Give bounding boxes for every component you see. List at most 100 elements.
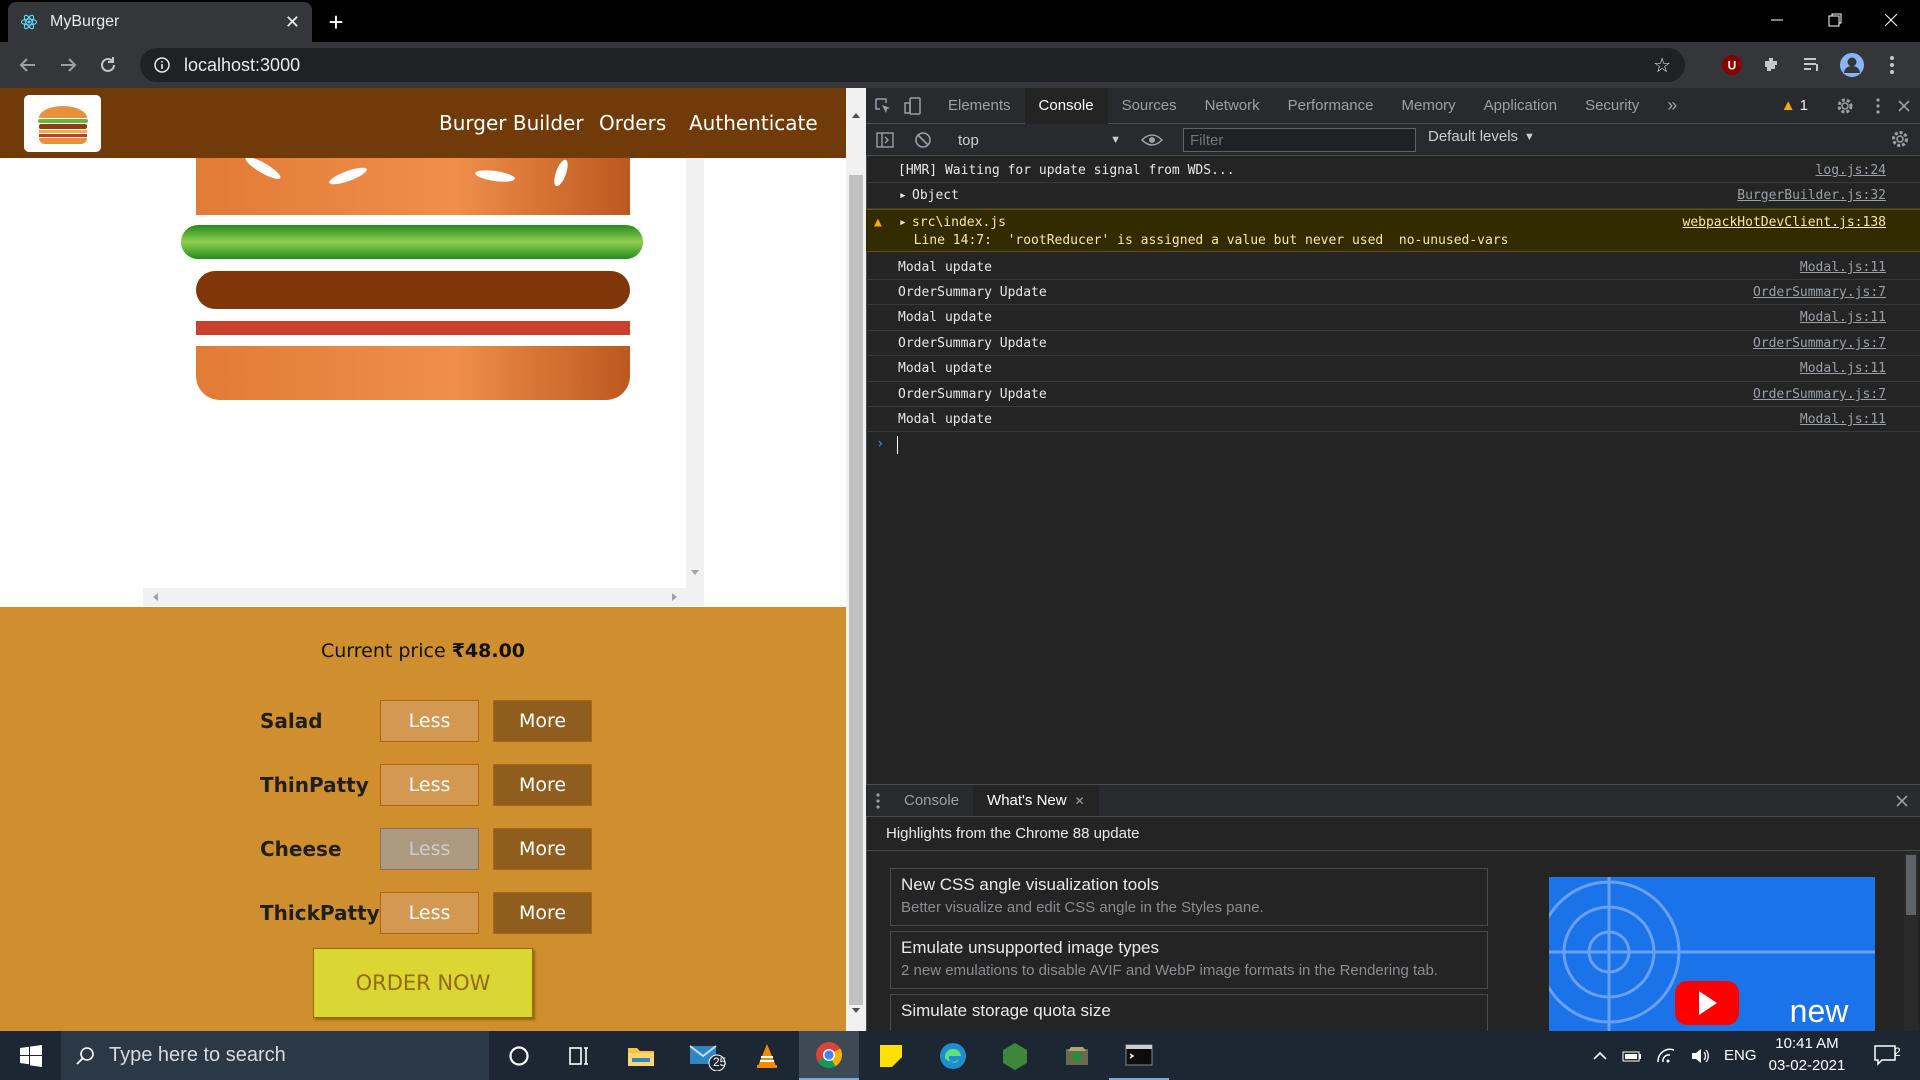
sidebar-toggle-icon[interactable] (876, 131, 894, 149)
console-warning[interactable]: ▲ ▸ src\index.js Line 14:7: 'rootReducer… (866, 209, 1920, 252)
ublock-icon[interactable]: U (1716, 49, 1748, 81)
settings-gear-icon[interactable] (1822, 88, 1868, 124)
whats-new-item[interactable]: Simulate storage quota size (890, 994, 1488, 1031)
back-icon[interactable] (12, 49, 44, 81)
terminal-icon[interactable] (1109, 1031, 1169, 1080)
tab-network[interactable]: Network (1191, 88, 1274, 124)
source-link[interactable]: log.js:24 (1816, 163, 1886, 178)
system-utility-icon[interactable] (1047, 1031, 1107, 1080)
source-link[interactable]: OrderSummary.js:7 (1753, 387, 1886, 402)
nav-burger-builder[interactable]: Burger Builder (439, 88, 584, 158)
tab-console[interactable]: Console (1024, 87, 1108, 124)
profile-avatar[interactable] (1836, 49, 1868, 81)
burger-logo[interactable] (24, 95, 101, 152)
more-tabs-icon[interactable]: » (1653, 88, 1691, 124)
nav-authenticate[interactable]: Authenticate (689, 88, 818, 158)
console-message[interactable]: ▸ Object BurgerBuilder.js:32 (866, 183, 1920, 209)
battery-icon[interactable] (1622, 1050, 1642, 1062)
order-now-button[interactable]: ORDER NOW (313, 948, 533, 1018)
wifi-icon[interactable] (1656, 1048, 1676, 1064)
media-control-icon[interactable] (1796, 49, 1828, 81)
notification-center-icon[interactable]: 2 (1858, 1031, 1918, 1080)
expand-triangle-icon[interactable]: ▸ (899, 188, 907, 203)
drawer-scrollbar-thumb[interactable] (1906, 855, 1916, 915)
tray-overflow-chevron-icon[interactable] (1592, 1051, 1608, 1061)
clear-console-icon[interactable] (914, 131, 932, 149)
expand-triangle-icon[interactable]: ▸ (899, 215, 907, 230)
console-settings-gear-icon[interactable] (1890, 129, 1910, 149)
salad-less-button[interactable]: Less (380, 700, 479, 742)
extensions-icon[interactable] (1756, 49, 1788, 81)
thickpatty-more-button[interactable]: More (493, 892, 592, 934)
restore-icon[interactable] (1806, 0, 1864, 40)
whats-new-video-thumbnail[interactable]: new (1549, 877, 1875, 1031)
close-devtools-icon[interactable] (1888, 88, 1920, 124)
live-expression-eye-icon[interactable] (1141, 131, 1163, 149)
cheese-less-button[interactable]: Less (380, 828, 479, 870)
browser-tab[interactable]: MyBurger ✕ (8, 2, 312, 42)
warnings-counter[interactable]: ▲ 1 (1767, 88, 1822, 124)
language-indicator[interactable]: ENG (1724, 1047, 1757, 1064)
source-link[interactable]: OrderSummary.js:7 (1753, 336, 1886, 351)
file-explorer-icon[interactable] (611, 1031, 671, 1080)
volume-icon[interactable] (1690, 1048, 1710, 1064)
reload-icon[interactable] (92, 49, 124, 81)
close-tab-icon[interactable]: ✕ (285, 12, 300, 33)
page-scrollbar-thumb[interactable] (849, 175, 863, 1005)
forward-icon[interactable] (52, 49, 84, 81)
tab-elements[interactable]: Elements (934, 88, 1025, 124)
edge-icon[interactable] (923, 1031, 983, 1080)
sticky-notes-icon[interactable] (861, 1031, 921, 1080)
windows-start-icon[interactable] (0, 1031, 61, 1080)
thinpatty-more-button[interactable]: More (493, 764, 592, 806)
source-link[interactable]: Modal.js:11 (1800, 260, 1886, 275)
source-link[interactable]: BurgerBuilder.js:32 (1737, 188, 1886, 203)
log-levels-dropdown[interactable]: Default levels ▼ (1428, 128, 1535, 145)
address-bar[interactable]: localhost:3000 ☆ (140, 48, 1685, 82)
tab-application[interactable]: Application (1470, 88, 1571, 124)
minimize-icon[interactable] (1748, 0, 1806, 40)
console-input-caret[interactable] (897, 436, 898, 454)
source-link[interactable]: OrderSummary.js:7 (1753, 285, 1886, 300)
source-link[interactable]: Modal.js:11 (1800, 412, 1886, 427)
devtools-menu-icon[interactable] (1868, 88, 1888, 124)
close-tab-icon[interactable]: ✕ (1075, 794, 1085, 808)
chrome-taskbar-icon[interactable] (799, 1031, 859, 1080)
taskbar-clock[interactable]: 10:41 AM 03-02-2021 (1762, 1033, 1852, 1077)
context-selector[interactable]: top ▼ (956, 127, 1121, 153)
source-link[interactable]: Modal.js:11 (1800, 361, 1886, 376)
inspect-element-icon[interactable] (866, 88, 900, 124)
mail-icon[interactable]: 25 (677, 1031, 737, 1080)
cortana-icon[interactable] (489, 1031, 549, 1080)
tab-security[interactable]: Security (1571, 88, 1653, 124)
tab-sources[interactable]: Sources (1108, 88, 1191, 124)
burger-vertical-scrollbar[interactable] (686, 158, 704, 590)
source-link[interactable]: webpackHotDevClient.js:138 (1683, 215, 1887, 230)
taskbar-search[interactable]: Type here to search (61, 1031, 489, 1080)
whats-new-item[interactable]: New CSS angle visualization tools Better … (890, 868, 1488, 926)
close-window-icon[interactable] (1862, 0, 1920, 40)
bookmark-star-icon[interactable]: ☆ (1653, 53, 1671, 78)
thickpatty-less-button[interactable]: Less (380, 892, 479, 934)
drawer-menu-icon[interactable] (866, 783, 890, 819)
drawer-tab-console[interactable]: Console (890, 785, 973, 816)
console-filter-input[interactable] (1183, 128, 1416, 152)
drawer-tab-whats-new[interactable]: What's New ✕ (973, 785, 1099, 816)
browser-menu-icon[interactable] (1876, 49, 1908, 81)
burger-horizontal-scrollbar[interactable] (143, 588, 704, 606)
nodejs-icon[interactable] (985, 1031, 1045, 1080)
nav-orders[interactable]: Orders (599, 88, 666, 158)
source-link[interactable]: Modal.js:11 (1800, 310, 1886, 325)
thinpatty-less-button[interactable]: Less (380, 764, 479, 806)
tab-performance[interactable]: Performance (1274, 88, 1388, 124)
task-view-icon[interactable] (549, 1031, 609, 1080)
device-toolbar-icon[interactable] (900, 88, 934, 124)
close-drawer-icon[interactable] (1884, 783, 1920, 819)
info-icon[interactable] (154, 57, 170, 73)
vlc-icon[interactable] (737, 1031, 797, 1080)
new-tab-button[interactable]: + (320, 7, 352, 37)
tab-memory[interactable]: Memory (1388, 88, 1470, 124)
whats-new-item[interactable]: Emulate unsupported image types 2 new emu… (890, 931, 1488, 989)
salad-more-button[interactable]: More (493, 700, 592, 742)
cheese-more-button[interactable]: More (493, 828, 592, 870)
